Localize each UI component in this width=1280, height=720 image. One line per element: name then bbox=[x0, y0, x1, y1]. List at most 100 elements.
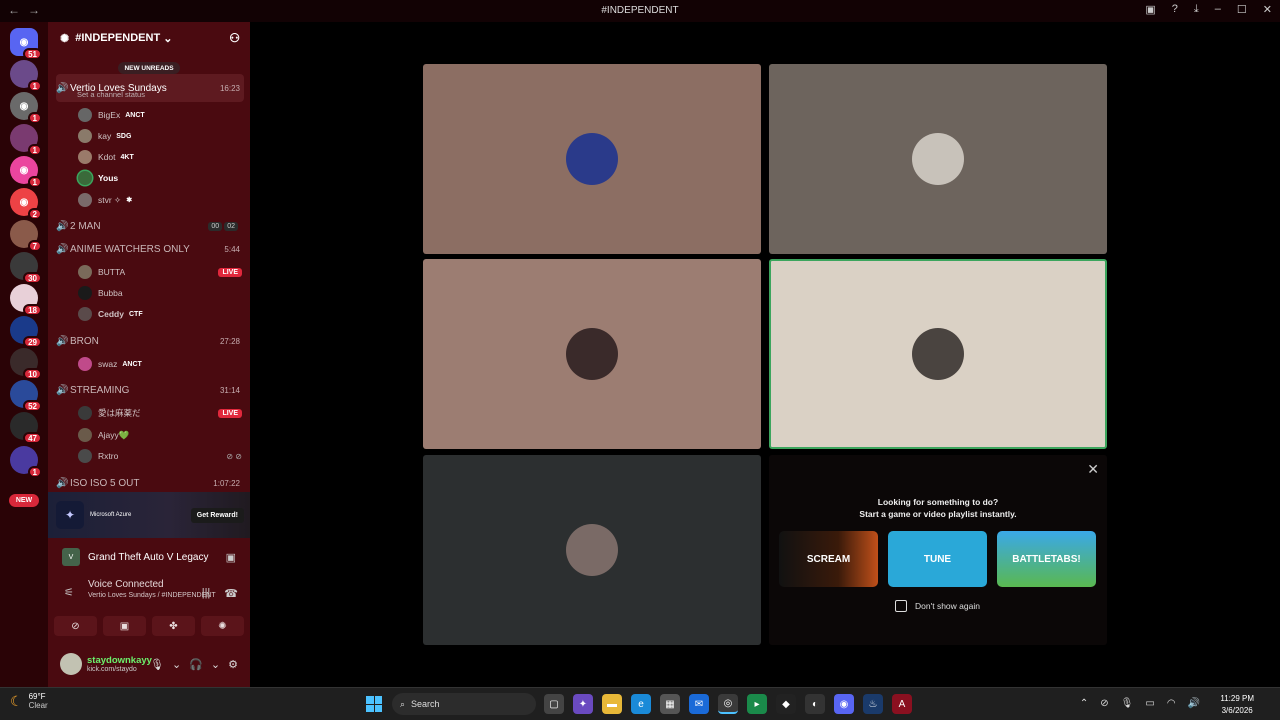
voice-user[interactable]: Ajayy💚 bbox=[78, 426, 246, 444]
gear-icon: ✺ bbox=[60, 32, 70, 45]
start-button[interactable] bbox=[366, 696, 382, 712]
steam-icon[interactable]: ♨ bbox=[863, 694, 883, 714]
participant-tile[interactable] bbox=[423, 64, 761, 254]
server-icon[interactable]: 1 bbox=[10, 446, 42, 478]
weather-widget[interactable]: ☾ 69°F Clear bbox=[10, 692, 48, 710]
voice-channel[interactable]: 🔊 2 MAN 00 02 bbox=[56, 218, 244, 234]
app-icon[interactable]: ◐ bbox=[805, 694, 825, 714]
new-pill[interactable]: NEW bbox=[9, 494, 39, 507]
checkbox[interactable] bbox=[895, 600, 907, 612]
server-icon[interactable]: 1 bbox=[10, 124, 42, 156]
app-icon[interactable]: ◆ bbox=[776, 694, 796, 714]
avatar[interactable] bbox=[60, 653, 82, 675]
get-reward-button[interactable]: Get Reward! bbox=[190, 507, 244, 523]
edge-icon[interactable]: e bbox=[631, 694, 651, 714]
chevron-down-icon[interactable]: ⌄ bbox=[172, 658, 181, 671]
server-icon[interactable]: ◉ 1 bbox=[10, 156, 42, 188]
voice-user[interactable]: kay SDG bbox=[78, 127, 246, 145]
discord-icon[interactable]: ◉ bbox=[834, 694, 854, 714]
activity-thumb[interactable]: BATTLETABS! bbox=[997, 531, 1096, 587]
mic-icon[interactable]: 🎙 bbox=[1121, 698, 1134, 709]
voice-channel[interactable]: 🔊 BRON 27:28 bbox=[56, 333, 244, 349]
voice-user[interactable]: 愛は麻薬だ LIVE bbox=[78, 404, 246, 422]
server-home[interactable]: ◉ 51 bbox=[10, 28, 42, 60]
app-icon[interactable]: A bbox=[892, 694, 912, 714]
store-icon[interactable]: ▦ bbox=[660, 694, 680, 714]
voice-channel[interactable]: 🔊 ISO ISO 5 OUT 1:07:22 bbox=[56, 475, 244, 491]
voice-user[interactable]: Ceddy CTF bbox=[78, 305, 246, 323]
participant-tile[interactable] bbox=[423, 455, 761, 645]
close-icon[interactable]: ✕ bbox=[1087, 461, 1099, 478]
channel-status[interactable]: Set a channel status bbox=[77, 90, 145, 99]
gear-icon[interactable]: ⚙ bbox=[228, 658, 238, 671]
server-icon[interactable]: 1 bbox=[10, 60, 42, 92]
server-icon[interactable]: 47 bbox=[10, 412, 42, 444]
download-icon[interactable]: ⤓ bbox=[1194, 3, 1199, 16]
activity-row[interactable]: V Grand Theft Auto V Legacy ▣ bbox=[48, 542, 250, 572]
voice-user[interactable]: BUTTA LIVE bbox=[78, 263, 246, 281]
headphones-icon[interactable]: 🎧 bbox=[189, 658, 203, 671]
camera-off-button[interactable]: ⊘ bbox=[54, 616, 97, 636]
server-icon[interactable]: 7 bbox=[10, 220, 42, 252]
guild-header[interactable]: ✺ #INDEPENDENT ⌄ ⚇ bbox=[48, 22, 250, 54]
condition: Clear bbox=[28, 701, 48, 710]
task-view-icon[interactable]: ▢ bbox=[544, 694, 564, 714]
server-icon[interactable]: ◉ 1 bbox=[10, 92, 42, 124]
share-screen-button[interactable]: ▣ bbox=[103, 616, 146, 636]
server-badge: 30 bbox=[23, 272, 42, 284]
mic-icon[interactable]: 🎙 bbox=[150, 658, 164, 671]
minimize-button[interactable]: – bbox=[1215, 3, 1221, 16]
soundboard-button[interactable]: ✺ bbox=[201, 616, 244, 636]
maximize-button[interactable]: ☐ bbox=[1237, 3, 1247, 16]
channel-timer: 00 02 bbox=[208, 221, 238, 231]
app-icon[interactable]: ▸ bbox=[747, 694, 767, 714]
outlook-icon[interactable]: ✉ bbox=[689, 694, 709, 714]
voice-user[interactable]: stvr ✧ ✱ bbox=[78, 191, 246, 209]
voice-channel[interactable]: 🔊 ANIME WATCHERS ONLY 5:44 bbox=[56, 241, 244, 257]
noise-icon[interactable]: ||| bbox=[202, 587, 211, 600]
wifi-icon[interactable]: ◠ bbox=[1167, 698, 1176, 709]
activity-thumb[interactable]: TUNE bbox=[888, 531, 987, 587]
dont-show-again[interactable]: Don't show again bbox=[895, 600, 980, 612]
disconnect-icon[interactable]: ☎ bbox=[224, 587, 238, 600]
server-icon[interactable]: 18 bbox=[10, 284, 42, 316]
voice-user[interactable]: Kdot 4KT bbox=[78, 148, 246, 166]
add-user-icon[interactable]: ⚇ bbox=[229, 31, 240, 45]
chevron-up-icon[interactable]: ⌃ bbox=[1080, 698, 1088, 709]
chrome-icon[interactable]: ◎ bbox=[718, 694, 738, 714]
activity-thumb[interactable]: SCREAM bbox=[779, 531, 878, 587]
file-explorer-icon[interactable]: ▬ bbox=[602, 694, 622, 714]
activities-button[interactable]: ✤ bbox=[152, 616, 195, 636]
server-icon[interactable]: 29 bbox=[10, 316, 42, 348]
voice-channel[interactable]: 🔊 STREAMING 31:14 bbox=[56, 382, 244, 398]
timer-part: 00 bbox=[208, 221, 223, 231]
participant-tile[interactable] bbox=[423, 259, 761, 449]
voice-user[interactable]: swaz ANCT bbox=[78, 355, 246, 373]
close-button[interactable]: ✕ bbox=[1263, 3, 1272, 16]
voice-user[interactable]: Bubba bbox=[78, 284, 246, 302]
cast-icon[interactable]: ▣ bbox=[1145, 3, 1155, 16]
search-box[interactable]: ⌕ Search bbox=[392, 693, 536, 715]
stream-icon[interactable]: ▣ bbox=[226, 551, 236, 564]
participant-tile[interactable] bbox=[769, 259, 1107, 449]
new-unreads-pill[interactable]: NEW UNREADS bbox=[118, 62, 180, 74]
voice-user[interactable]: Yous bbox=[78, 169, 246, 187]
user-name[interactable]: staydownkayy bbox=[87, 655, 152, 666]
server-icon[interactable]: 52 bbox=[10, 380, 42, 412]
time: 11:29 PM bbox=[1220, 694, 1254, 703]
help-icon[interactable]: ? bbox=[1172, 3, 1178, 16]
display-icon[interactable]: ▭ bbox=[1145, 698, 1154, 709]
clock[interactable]: 11:29 PM 3/6/2026 bbox=[1220, 693, 1254, 717]
network-icon[interactable]: ⊘ bbox=[1100, 698, 1108, 709]
voice-user[interactable]: BigEx ANCT bbox=[78, 106, 246, 124]
ad-banner[interactable]: ✦ Microsoft Azure Get Reward! bbox=[48, 492, 250, 538]
chevron-down-icon[interactable]: ⌄ bbox=[211, 658, 220, 671]
server-icon[interactable]: 30 bbox=[10, 252, 42, 284]
voice-user[interactable]: Rxtro ⊘ ⊘ bbox=[78, 447, 246, 465]
server-icon[interactable]: ◉ 2 bbox=[10, 188, 42, 220]
channel-name: BRON bbox=[70, 335, 99, 347]
server-icon[interactable]: 10 bbox=[10, 348, 42, 380]
volume-icon[interactable]: 🔊 bbox=[1188, 698, 1200, 709]
copilot-icon[interactable]: ✦ bbox=[573, 694, 593, 714]
participant-tile[interactable] bbox=[769, 64, 1107, 254]
